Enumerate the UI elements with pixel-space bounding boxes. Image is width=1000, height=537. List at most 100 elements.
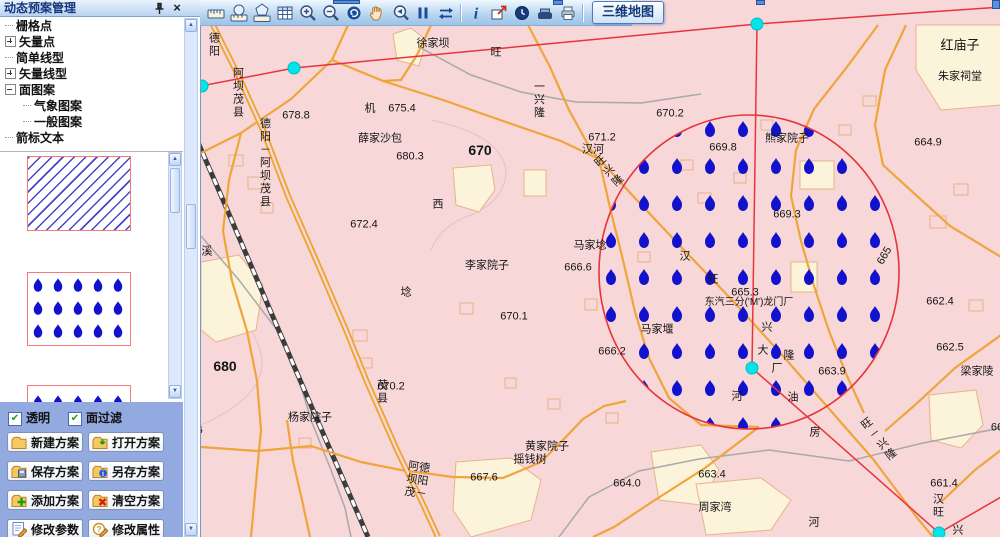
measure-polygon-icon[interactable] <box>250 2 273 24</box>
zoom-in-icon[interactable] <box>296 2 319 24</box>
button-label: 添加方案 <box>30 492 82 509</box>
tree-item-label: 栅格点 <box>16 19 52 33</box>
plan-vertex-handle[interactable] <box>751 18 763 30</box>
svg-text:?: ? <box>97 525 102 534</box>
button-folder-add[interactable]: 添加方案 <box>7 490 83 510</box>
tree-item-label: 面图案 <box>19 83 55 97</box>
button-label: 保存方案 <box>30 463 82 480</box>
scroll-down-icon[interactable]: ▼ <box>185 523 197 536</box>
pattern-item-hatch-lines[interactable] <box>27 156 131 231</box>
button-edit-attrs[interactable]: ? 修改属性 <box>88 519 164 537</box>
tree-branch-line <box>5 137 13 138</box>
clock-icon[interactable] <box>510 2 533 24</box>
tree-item[interactable]: 矢量点 <box>0 34 183 50</box>
tree-item[interactable]: 矢量线型 <box>0 66 183 82</box>
checkbox-transparent[interactable]: ✔ 透明 <box>8 409 50 424</box>
plan-vertex-handle[interactable] <box>288 62 300 74</box>
button-label: 另存方案 <box>111 463 163 480</box>
map-toolbar: i 三维地图 <box>200 0 632 26</box>
button-folder-clear[interactable]: 清空方案 <box>88 490 164 510</box>
checkbox-label: 透明 <box>26 411 50 425</box>
plan-area-circle[interactable] <box>599 115 899 429</box>
tree-item-label: 箭标文本 <box>16 131 64 145</box>
pattern-list <box>0 151 183 402</box>
collapse-minus-icon[interactable] <box>5 84 16 95</box>
plan-controls: ✔ 透明 ✔ 面过滤新建方案 打开方案保存方案 i 另存方案添加方案 清空方案修改参数? 修改属… <box>0 402 183 537</box>
tree-item-label: 一般图案 <box>34 115 82 129</box>
tree-branch-line <box>5 25 13 26</box>
tree-item-label: 简单线型 <box>16 51 64 65</box>
expand-plus-icon[interactable] <box>5 68 16 79</box>
map-graphics <box>201 0 1000 537</box>
tree-branch-line <box>5 57 13 58</box>
panel-title-bar: 动态预案管理 × <box>0 0 200 17</box>
button-folder-new[interactable]: 新建方案 <box>7 432 83 452</box>
button-folder-save[interactable]: 保存方案 <box>7 461 83 481</box>
scroll-down-icon[interactable]: ▼ <box>169 385 181 398</box>
plan-vertex-handle[interactable] <box>933 527 945 537</box>
map-canvas[interactable]: 徐家坝红庙子朱家祠堂678.8机675.4薛家沙包680.3670671.2汉河… <box>200 0 1000 537</box>
ruler-icon[interactable] <box>204 2 227 24</box>
folder-add-icon <box>11 492 27 508</box>
tree-item-label: 气象图案 <box>34 99 82 113</box>
window-chrome-mark <box>992 0 1000 9</box>
scroll-up-icon[interactable]: ▲ <box>185 19 197 32</box>
edit-params-icon <box>11 521 27 537</box>
window-chrome-mark <box>553 0 563 5</box>
close-icon[interactable]: × <box>170 0 184 15</box>
scroll-up-icon[interactable]: ▲ <box>169 153 181 166</box>
svg-text:i: i <box>102 471 104 478</box>
map-3d-button[interactable]: 三维地图 <box>592 1 664 24</box>
tree-item[interactable]: 一般图案 <box>0 114 183 130</box>
pan-hand-icon[interactable] <box>365 2 388 24</box>
folder-save-icon <box>11 463 27 479</box>
swap-icon[interactable] <box>434 2 457 24</box>
tree-item[interactable]: 简单线型 <box>0 50 183 66</box>
plan-vertex-handle[interactable] <box>746 362 758 374</box>
redo-icon[interactable] <box>342 2 365 24</box>
tree-item[interactable]: 栅格点 <box>0 18 183 34</box>
button-folder-open[interactable]: 打开方案 <box>88 432 164 452</box>
scrollbar-thumb[interactable] <box>186 204 196 249</box>
pause-icon[interactable] <box>411 2 434 24</box>
pattern-item-drop-dots-partial[interactable] <box>27 385 131 402</box>
checkbox-face-filter[interactable]: ✔ 面过滤 <box>68 409 122 424</box>
folder-clear-icon <box>92 492 108 508</box>
checkbox-label: 面过滤 <box>86 411 122 425</box>
checkbox-icon[interactable]: ✔ <box>8 412 22 426</box>
scrollbar-thumb[interactable] <box>170 168 180 213</box>
folder-saveas-icon: i <box>92 463 108 479</box>
tree-item[interactable]: 气象图案 <box>0 98 183 114</box>
info-icon[interactable]: i <box>464 2 487 24</box>
tree-item[interactable]: 面图案 <box>0 82 183 98</box>
button-label: 修改属性 <box>111 521 163 537</box>
zoom-out-icon[interactable] <box>319 2 342 24</box>
window-chrome-mark <box>333 0 360 4</box>
pin-icon[interactable] <box>153 2 166 15</box>
svg-text:i: i <box>473 5 478 22</box>
export-icon[interactable] <box>487 2 510 24</box>
pattern-list-scrollbar[interactable]: ▲ ▼ <box>168 152 182 399</box>
plan-vertex-handle[interactable] <box>201 80 208 92</box>
button-edit-params[interactable]: 修改参数 <box>7 519 83 537</box>
panel-scrollbar[interactable]: ▲ ▼ <box>184 18 198 537</box>
tree-item[interactable]: 箭标文本 <box>0 130 183 146</box>
button-label: 新建方案 <box>30 434 82 451</box>
zoom-previous-icon[interactable] <box>388 2 411 24</box>
window-chrome-mark <box>756 0 765 5</box>
panel-title: 动态预案管理 <box>4 1 76 15</box>
folder-open-icon <box>92 434 108 450</box>
edit-attrs-icon: ? <box>92 521 108 537</box>
folder-new-icon <box>11 434 27 450</box>
expand-plus-icon[interactable] <box>5 36 16 47</box>
button-label: 清空方案 <box>111 492 163 509</box>
grid-icon[interactable] <box>273 2 296 24</box>
pattern-item-drop-dots[interactable] <box>27 272 131 346</box>
tree-branch-line <box>23 105 31 106</box>
button-folder-saveas[interactable]: i 另存方案 <box>88 461 164 481</box>
button-label: 打开方案 <box>111 434 163 451</box>
application-window: { "window": { "title": "动态预案管理" }, "tool… <box>0 0 1000 537</box>
checkbox-icon[interactable]: ✔ <box>68 412 82 426</box>
measure-arc-icon[interactable] <box>227 2 250 24</box>
layer-tree: 栅格点矢量点简单线型矢量线型面图案气象图案一般图案箭标文本 <box>0 18 183 150</box>
